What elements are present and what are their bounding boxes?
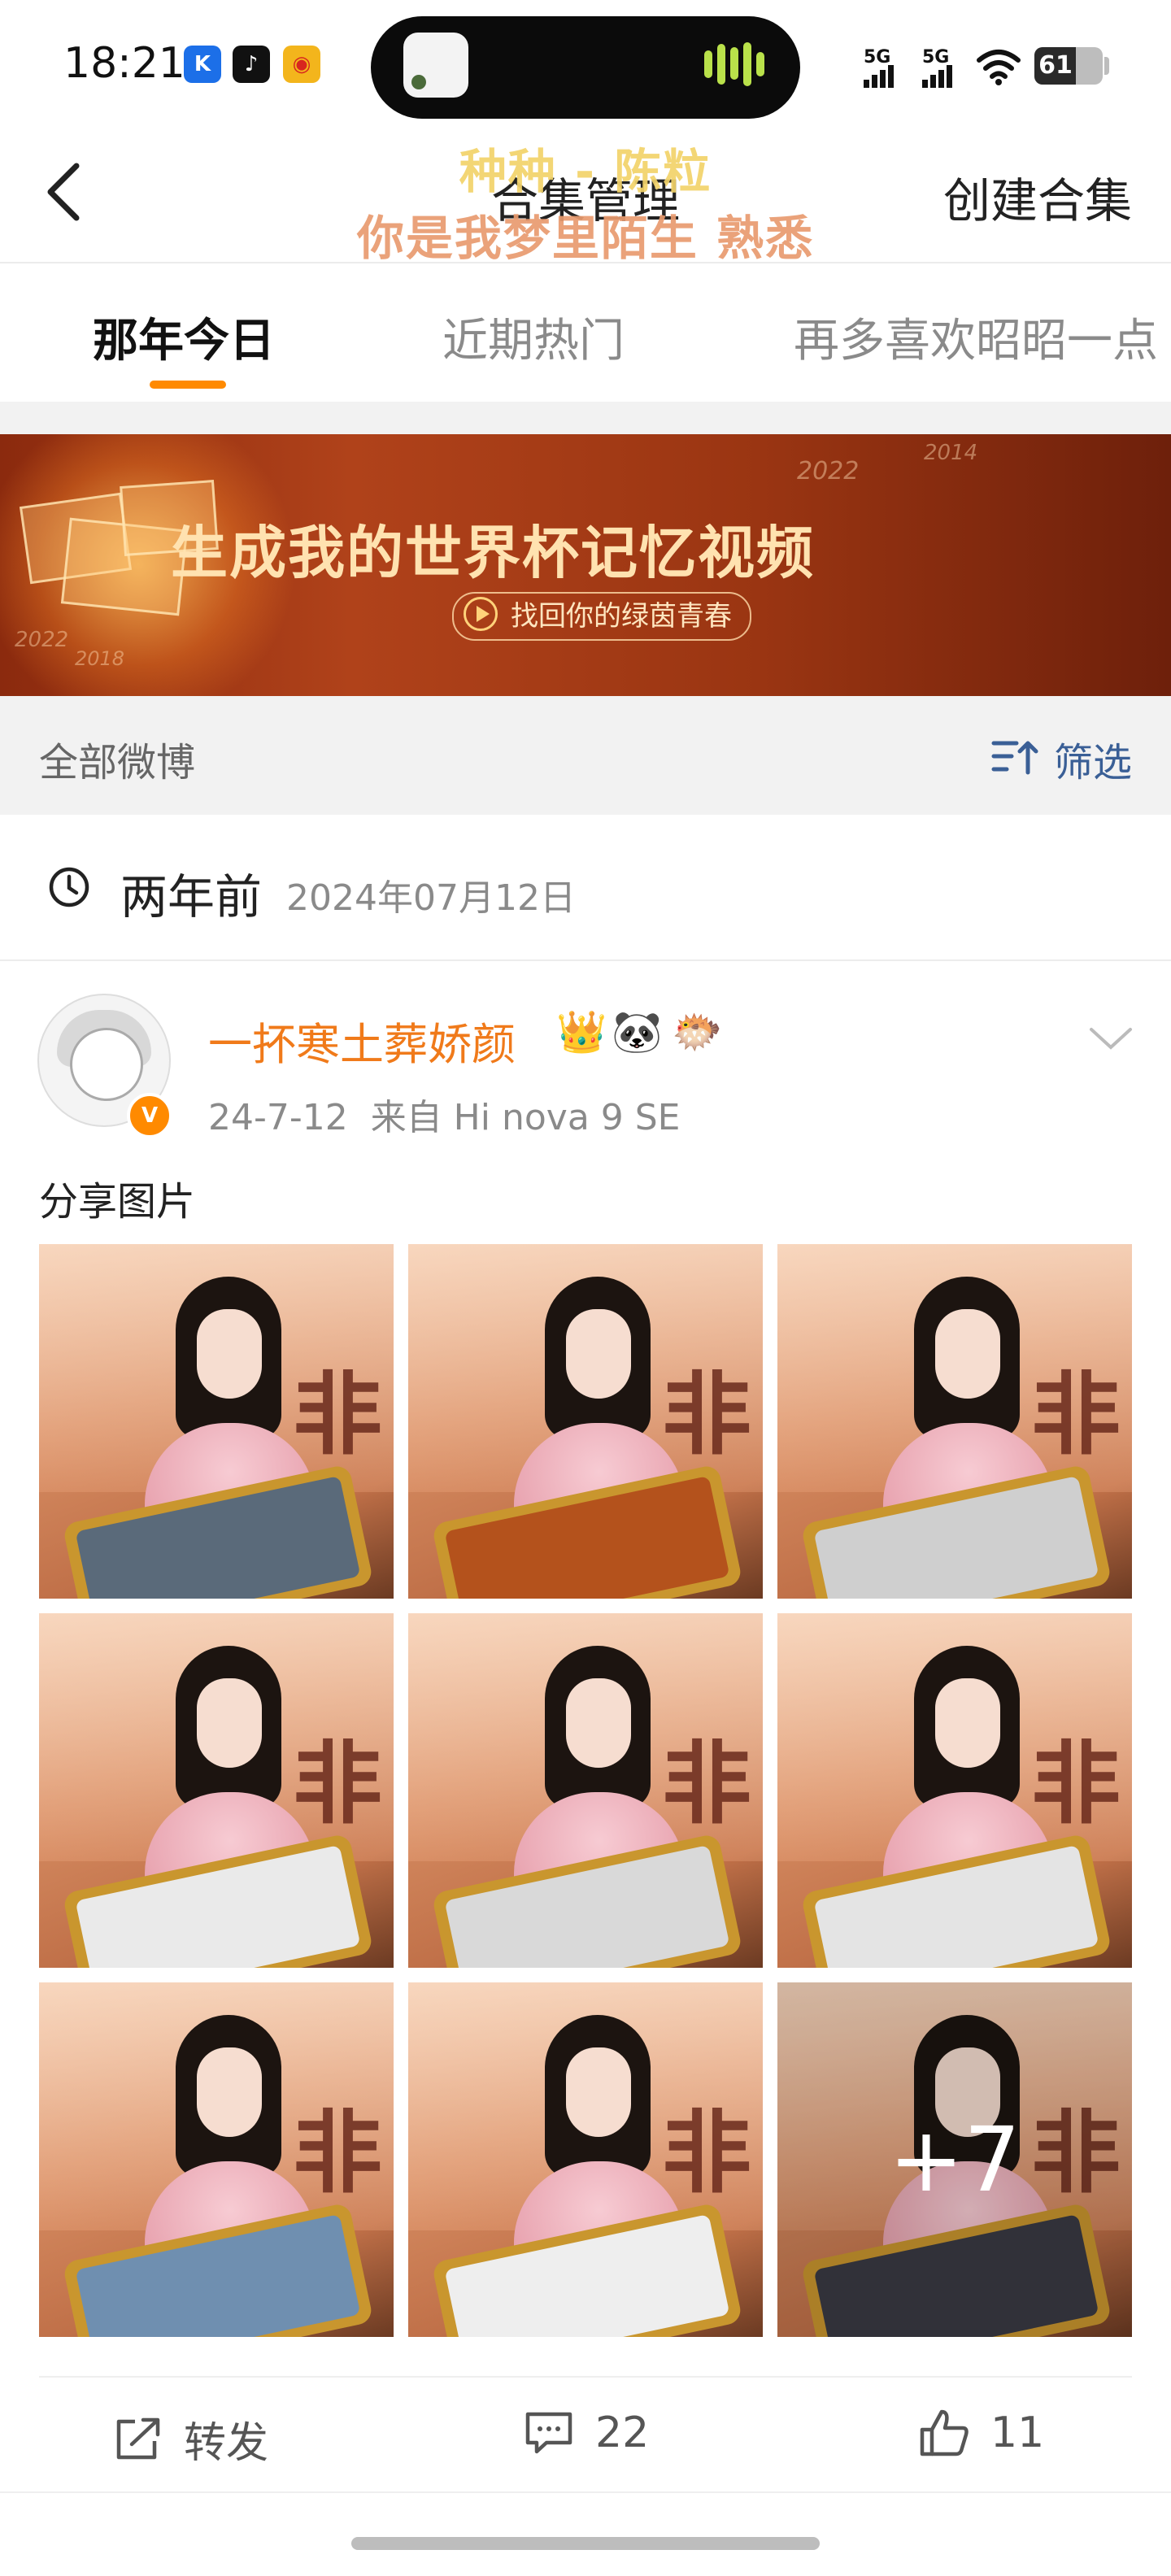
status-bar: 18:21 K ♪ ◉ 5G 5G 61 xyxy=(0,0,1171,130)
poster-character: 非 xyxy=(293,2100,382,2205)
like-count: 11 xyxy=(990,2408,1045,2457)
post-photo[interactable]: 非 xyxy=(408,1613,763,1968)
poster-character: 非 xyxy=(662,1362,751,1467)
banner-year: 2014 xyxy=(924,441,978,465)
tab-on-this-day[interactable]: 那年今日 xyxy=(93,304,275,370)
section-gap xyxy=(0,402,1171,434)
battery-tip xyxy=(1104,57,1109,75)
audio-wave-bar xyxy=(743,42,751,86)
divider xyxy=(0,2491,1171,2493)
poster-character: 非 xyxy=(662,1731,751,1836)
audio-wave-bar xyxy=(717,44,725,85)
active-tab-indicator xyxy=(150,381,226,389)
home-indicator[interactable] xyxy=(351,2537,820,2550)
poster-character: 非 xyxy=(662,2100,751,2205)
back-arrow-icon[interactable] xyxy=(41,159,89,224)
divider xyxy=(39,2376,1132,2378)
post-photo-more[interactable]: 非 +7 xyxy=(777,1982,1132,2337)
tab-recent-hot[interactable]: 近期热门 xyxy=(442,304,625,370)
battery-icon: 61 xyxy=(1034,47,1103,85)
crown-badge-icon: 👑 xyxy=(556,1008,607,1055)
post-photo[interactable]: 非 xyxy=(39,1982,394,2337)
poster-character: 非 xyxy=(1031,1731,1121,1836)
date-relative: 两年前 xyxy=(120,869,263,925)
chevron-down-icon[interactable] xyxy=(1086,1021,1135,1054)
tab-custom-collection[interactable]: 再多喜欢昭昭一点 xyxy=(794,304,1158,370)
like-button[interactable]: 11 xyxy=(919,2408,1044,2457)
play-icon xyxy=(464,597,498,631)
panda-badge-icon: 🐼 xyxy=(612,1008,663,1055)
post-photo[interactable]: 非 xyxy=(408,1982,763,2337)
audio-wave-icon xyxy=(704,50,712,78)
create-collection-button[interactable]: 创建合集 xyxy=(943,163,1132,231)
post-photo[interactable]: 非 xyxy=(777,1613,1132,1968)
banner-year: 2022 xyxy=(15,628,69,652)
date-absolute: 2024年07月12日 xyxy=(286,877,576,919)
signal-bars-icon xyxy=(864,65,896,88)
post-photo[interactable]: 非 xyxy=(39,1244,394,1599)
banner-year: 2018 xyxy=(75,647,125,670)
divider xyxy=(0,959,1171,961)
repost-label: 转发 xyxy=(184,2419,269,2468)
post-photo[interactable]: 非 xyxy=(408,1244,763,1599)
poster-character: 非 xyxy=(1031,1362,1121,1467)
share-icon xyxy=(116,2417,160,2459)
banner-year: 2022 xyxy=(797,457,860,485)
poster-character: 非 xyxy=(293,1362,382,1467)
banner-title: 生成我的世界杯记忆视频 xyxy=(171,520,815,586)
comment-icon xyxy=(525,2412,572,2454)
photo-grid: 非 非 非 非 非 非 非 非 非 +7 xyxy=(39,1244,1132,2337)
divider xyxy=(0,262,1171,263)
signal-bars-icon xyxy=(922,65,955,88)
comment-button[interactable]: 22 xyxy=(524,2408,649,2457)
weibo-icon: ◉ xyxy=(283,46,320,83)
battery-level: 61 xyxy=(1038,51,1073,80)
k-app-icon: K xyxy=(184,46,221,83)
comment-count: 22 xyxy=(595,2408,650,2457)
post-photo[interactable]: 非 xyxy=(777,1244,1132,1599)
tiktok-icon: ♪ xyxy=(233,46,270,83)
pufferfish-badge-icon: 🐡 xyxy=(672,1008,723,1055)
filter-sort-icon[interactable] xyxy=(990,737,1039,777)
post-photo[interactable]: 非 xyxy=(39,1613,394,1968)
post-text: 分享图片 xyxy=(39,1179,196,1225)
audio-wave-bar xyxy=(730,47,738,80)
audio-wave-bar xyxy=(756,52,764,76)
more-photos-count: +7 xyxy=(777,1982,1132,2337)
thumbs-up-icon xyxy=(920,2409,969,2456)
clock-icon xyxy=(49,867,89,907)
all-weibo-label: 全部微博 xyxy=(39,740,196,785)
music-artwork-icon xyxy=(403,33,468,98)
world-cup-banner[interactable]: 2022 2014 2022 2018 生成我的世界杯记忆视频 找回你的绿茵青春 xyxy=(0,434,1171,696)
poster-character: 非 xyxy=(293,1731,382,1836)
repost-button[interactable]: 转发 xyxy=(114,2408,268,2469)
verified-badge-icon: V xyxy=(127,1093,172,1138)
username-link[interactable]: 一抔寒土葬娇颜 xyxy=(208,1008,516,1073)
wifi-icon xyxy=(977,50,1021,85)
filter-button[interactable]: 筛选 xyxy=(1054,730,1132,787)
status-time: 18:21 xyxy=(63,39,185,88)
post-meta: 24-7-12 来自 Hi nova 9 SE xyxy=(208,1097,681,1138)
